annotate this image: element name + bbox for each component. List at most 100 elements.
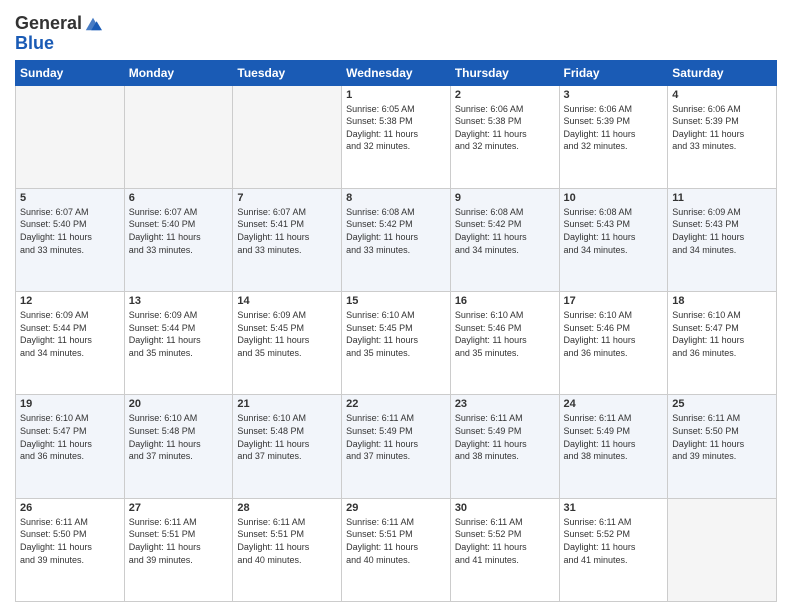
dow-header-tuesday: Tuesday [233, 60, 342, 85]
day-number: 1 [346, 89, 446, 101]
day-number: 11 [672, 192, 772, 204]
day-info: Sunrise: 6:11 AM Sunset: 5:52 PM Dayligh… [564, 516, 664, 566]
day-number: 15 [346, 295, 446, 307]
day-info: Sunrise: 6:11 AM Sunset: 5:51 PM Dayligh… [129, 516, 229, 566]
calendar-cell: 19 Sunrise: 6:10 AM Sunset: 5:47 PM Dayli… [16, 395, 125, 498]
day-info: Sunrise: 6:10 AM Sunset: 5:47 PM Dayligh… [20, 412, 120, 462]
logo-general: General [15, 14, 82, 34]
calendar-cell: 29 Sunrise: 6:11 AM Sunset: 5:51 PM Dayli… [342, 498, 451, 601]
calendar-cell: 4 Sunrise: 6:06 AM Sunset: 5:39 PM Daylig… [668, 85, 777, 188]
day-info: Sunrise: 6:11 AM Sunset: 5:49 PM Dayligh… [346, 412, 446, 462]
day-info: Sunrise: 6:10 AM Sunset: 5:45 PM Dayligh… [346, 309, 446, 359]
calendar-cell [124, 85, 233, 188]
calendar-cell [16, 85, 125, 188]
calendar-cell: 22 Sunrise: 6:11 AM Sunset: 5:49 PM Dayli… [342, 395, 451, 498]
dow-header-wednesday: Wednesday [342, 60, 451, 85]
calendar-cell: 11 Sunrise: 6:09 AM Sunset: 5:43 PM Dayli… [668, 188, 777, 291]
calendar-cell: 18 Sunrise: 6:10 AM Sunset: 5:47 PM Dayli… [668, 292, 777, 395]
calendar-cell: 30Sunrise: 6:11 AM Sunset: 5:52 PM Dayli… [450, 498, 559, 601]
day-info: Sunrise: 6:10 AM Sunset: 5:46 PM Dayligh… [564, 309, 664, 359]
calendar-cell: 17 Sunrise: 6:10 AM Sunset: 5:46 PM Dayli… [559, 292, 668, 395]
calendar-cell: 2Sunrise: 6:06 AM Sunset: 5:38 PM Daylig… [450, 85, 559, 188]
day-info: Sunrise: 6:09 AM Sunset: 5:43 PM Dayligh… [672, 206, 772, 256]
calendar-cell: 23 Sunrise: 6:11 AM Sunset: 5:49 PM Dayli… [450, 395, 559, 498]
day-info: Sunrise: 6:09 AM Sunset: 5:44 PM Dayligh… [20, 309, 120, 359]
day-info: Sunrise: 6:11 AM Sunset: 5:49 PM Dayligh… [455, 412, 555, 462]
calendar-cell: 25 Sunrise: 6:11 AM Sunset: 5:50 PM Dayli… [668, 395, 777, 498]
day-number: 9 [455, 192, 555, 204]
day-number: 6 [129, 192, 229, 204]
day-number: 13 [129, 295, 229, 307]
day-number: 2 [455, 89, 555, 101]
day-number: 23 [455, 398, 555, 410]
day-info: Sunrise: 6:08 AM Sunset: 5:43 PM Dayligh… [564, 206, 664, 256]
dow-header-saturday: Saturday [668, 60, 777, 85]
day-number: 29 [346, 502, 446, 514]
calendar-cell: 21 Sunrise: 6:10 AM Sunset: 5:48 PM Dayli… [233, 395, 342, 498]
dow-header-sunday: Sunday [16, 60, 125, 85]
calendar-cell: 14 Sunrise: 6:09 AM Sunset: 5:45 PM Dayli… [233, 292, 342, 395]
calendar-cell: 8 Sunrise: 6:08 AM Sunset: 5:42 PM Daylig… [342, 188, 451, 291]
day-number: 16 [455, 295, 555, 307]
day-info: Sunrise: 6:06 AM Sunset: 5:39 PM Dayligh… [564, 103, 664, 153]
day-info: Sunrise: 6:08 AM Sunset: 5:42 PM Dayligh… [455, 206, 555, 256]
day-info: Sunrise: 6:10 AM Sunset: 5:48 PM Dayligh… [237, 412, 337, 462]
day-info: Sunrise: 6:07 AM Sunset: 5:41 PM Dayligh… [237, 206, 337, 256]
day-info: Sunrise: 6:05 AM Sunset: 5:38 PM Dayligh… [346, 103, 446, 153]
calendar-cell [233, 85, 342, 188]
day-number: 21 [237, 398, 337, 410]
calendar-cell: 31 Sunrise: 6:11 AM Sunset: 5:52 PM Dayli… [559, 498, 668, 601]
day-info: Sunrise: 6:11 AM Sunset: 5:51 PM Dayligh… [237, 516, 337, 566]
day-number: 12 [20, 295, 120, 307]
calendar-cell: 5 Sunrise: 6:07 AM Sunset: 5:40 PM Daylig… [16, 188, 125, 291]
calendar-cell: 13 Sunrise: 6:09 AM Sunset: 5:44 PM Dayli… [124, 292, 233, 395]
calendar-cell: 7 Sunrise: 6:07 AM Sunset: 5:41 PM Daylig… [233, 188, 342, 291]
day-number: 18 [672, 295, 772, 307]
header: General Blue [15, 10, 777, 54]
day-info: Sunrise: 6:11 AM Sunset: 5:52 PM Dayligh… [455, 516, 555, 566]
day-number: 25 [672, 398, 772, 410]
day-number: 5 [20, 192, 120, 204]
day-info: Sunrise: 6:11 AM Sunset: 5:50 PM Dayligh… [20, 516, 120, 566]
day-info: Sunrise: 6:08 AM Sunset: 5:42 PM Dayligh… [346, 206, 446, 256]
calendar-cell: 10 Sunrise: 6:08 AM Sunset: 5:43 PM Dayli… [559, 188, 668, 291]
calendar-cell: 6 Sunrise: 6:07 AM Sunset: 5:40 PM Daylig… [124, 188, 233, 291]
calendar-cell: 12 Sunrise: 6:09 AM Sunset: 5:44 PM Dayli… [16, 292, 125, 395]
calendar-cell [668, 498, 777, 601]
calendar-cell: 16 Sunrise: 6:10 AM Sunset: 5:46 PM Dayli… [450, 292, 559, 395]
day-info: Sunrise: 6:10 AM Sunset: 5:48 PM Dayligh… [129, 412, 229, 462]
day-number: 22 [346, 398, 446, 410]
calendar-table: SundayMondayTuesdayWednesdayThursdayFrid… [15, 60, 777, 602]
day-info: Sunrise: 6:09 AM Sunset: 5:45 PM Dayligh… [237, 309, 337, 359]
day-number: 31 [564, 502, 664, 514]
day-number: 19 [20, 398, 120, 410]
page: General Blue SundayMondayTuesdayWednesda… [0, 0, 792, 612]
logo: General Blue [15, 14, 102, 54]
day-number: 27 [129, 502, 229, 514]
day-info: Sunrise: 6:09 AM Sunset: 5:44 PM Dayligh… [129, 309, 229, 359]
day-number: 28 [237, 502, 337, 514]
day-info: Sunrise: 6:10 AM Sunset: 5:47 PM Dayligh… [672, 309, 772, 359]
calendar-cell: 28 Sunrise: 6:11 AM Sunset: 5:51 PM Dayli… [233, 498, 342, 601]
day-info: Sunrise: 6:11 AM Sunset: 5:49 PM Dayligh… [564, 412, 664, 462]
calendar-cell: 3 Sunrise: 6:06 AM Sunset: 5:39 PM Daylig… [559, 85, 668, 188]
day-info: Sunrise: 6:10 AM Sunset: 5:46 PM Dayligh… [455, 309, 555, 359]
logo-blue: Blue [15, 34, 54, 54]
calendar-cell: 27 Sunrise: 6:11 AM Sunset: 5:51 PM Dayli… [124, 498, 233, 601]
day-info: Sunrise: 6:06 AM Sunset: 5:39 PM Dayligh… [672, 103, 772, 153]
day-number: 17 [564, 295, 664, 307]
day-number: 8 [346, 192, 446, 204]
calendar-cell: 9 Sunrise: 6:08 AM Sunset: 5:42 PM Daylig… [450, 188, 559, 291]
day-info: Sunrise: 6:07 AM Sunset: 5:40 PM Dayligh… [20, 206, 120, 256]
day-number: 14 [237, 295, 337, 307]
calendar-cell: 15 Sunrise: 6:10 AM Sunset: 5:45 PM Dayli… [342, 292, 451, 395]
dow-header-thursday: Thursday [450, 60, 559, 85]
day-number: 10 [564, 192, 664, 204]
day-info: Sunrise: 6:11 AM Sunset: 5:50 PM Dayligh… [672, 412, 772, 462]
calendar-cell: 20Sunrise: 6:10 AM Sunset: 5:48 PM Dayli… [124, 395, 233, 498]
day-info: Sunrise: 6:11 AM Sunset: 5:51 PM Dayligh… [346, 516, 446, 566]
day-info: Sunrise: 6:07 AM Sunset: 5:40 PM Dayligh… [129, 206, 229, 256]
day-number: 4 [672, 89, 772, 101]
day-number: 3 [564, 89, 664, 101]
day-number: 7 [237, 192, 337, 204]
